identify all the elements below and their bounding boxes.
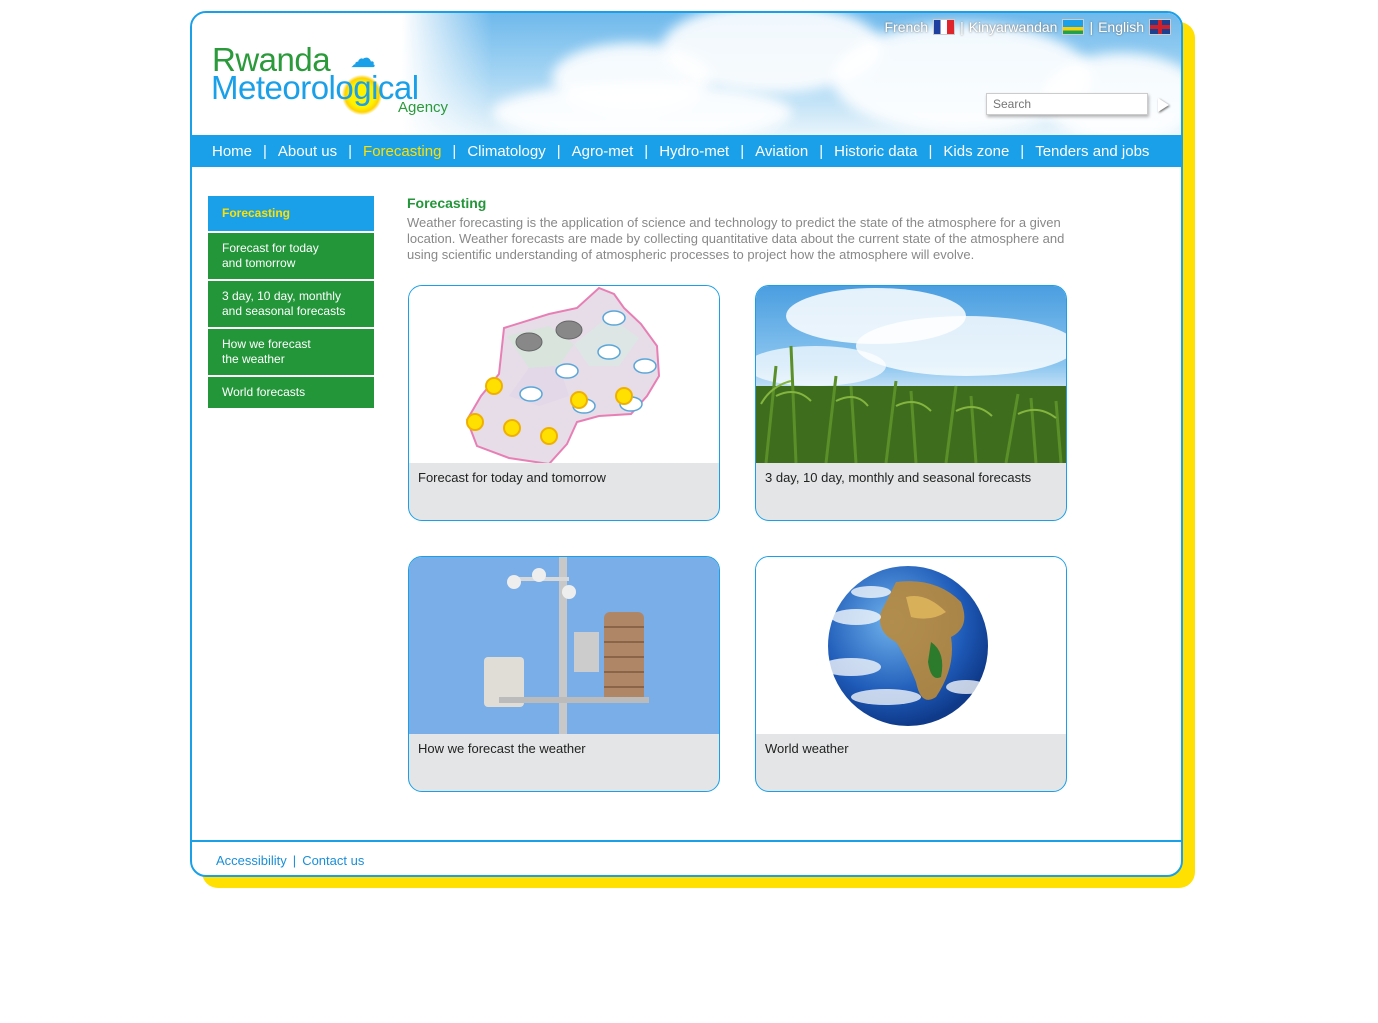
logo-line2: Meteorological <box>211 69 419 106</box>
lang-kinyarwandan[interactable]: Kinyarwandan <box>969 19 1058 35</box>
card-label: How we forecast the weather <box>418 741 586 756</box>
main-nav: Home | About us | Forecasting | Climatol… <box>192 135 1181 167</box>
sidebar-item-seasonal[interactable]: 3 day, 10 day, monthly and seasonal fore… <box>208 281 374 329</box>
nav-agro-met[interactable]: Agro-met <box>572 143 634 160</box>
sidebar-item-world-forecasts[interactable]: World forecasts <box>208 377 374 410</box>
nav-climatology[interactable]: Climatology <box>467 143 545 160</box>
card-how-we-forecast[interactable]: How we forecast the weather <box>408 556 720 792</box>
main-content: Forecasting Weather forecasting is the a… <box>407 195 1067 263</box>
flag-rwanda-icon[interactable] <box>1062 19 1085 35</box>
search-arrow-icon[interactable] <box>1158 98 1169 112</box>
page-frame: ☁ Rwanda Meteorological Agency French | … <box>190 11 1183 877</box>
logo-line3: Agency <box>398 99 449 116</box>
card-forecast-today[interactable]: Forecast for today and tomorrow <box>408 285 720 521</box>
sidebar-item-today-tomorrow[interactable]: Forecast for today and tomorrow <box>208 233 374 281</box>
sidebar-item-label: World forecasts <box>222 385 306 399</box>
sidebar: Forecasting Forecast for today and tomor… <box>208 196 374 410</box>
nav-home[interactable]: Home <box>212 143 252 160</box>
sidebar-item-label: and tomorrow <box>222 256 296 270</box>
intro-text: Weather forecasting is the application o… <box>407 215 1065 262</box>
weather-station-image <box>409 557 719 734</box>
search-input[interactable] <box>986 93 1148 115</box>
logo[interactable]: ☁ Rwanda Meteorological Agency <box>192 13 492 135</box>
footer-link-accessibility[interactable]: Accessibility <box>216 853 287 868</box>
nav-aviation[interactable]: Aviation <box>755 143 808 160</box>
nav-tenders-and-jobs[interactable]: Tenders and jobs <box>1035 143 1149 160</box>
nav-hydro-met[interactable]: Hydro-met <box>659 143 729 160</box>
sidebar-item-label: and seasonal forecasts <box>222 304 346 318</box>
rwanda-forecast-map-image <box>409 286 719 463</box>
flag-uk-icon[interactable] <box>1149 19 1171 35</box>
nav-kids-zone[interactable]: Kids zone <box>943 143 1009 160</box>
lang-french[interactable]: French <box>884 19 928 35</box>
card-world-weather[interactable]: World weather <box>755 556 1067 792</box>
page-title: Forecasting <box>407 195 487 211</box>
footer: Accessibility | Contact us <box>216 853 365 868</box>
sidebar-item-label: 3 day, 10 day, monthly <box>222 289 341 303</box>
flag-france-icon[interactable] <box>933 19 956 35</box>
nav-historic-data[interactable]: Historic data <box>834 143 917 160</box>
sidebar-item-label: Forecast for today <box>222 241 319 255</box>
language-selector: French | Kinyarwandan | English <box>884 19 1171 35</box>
earth-globe-image <box>756 557 1066 734</box>
card-label: World weather <box>765 741 849 756</box>
header-banner: ☁ Rwanda Meteorological Agency French | … <box>192 13 1181 135</box>
sidebar-title[interactable]: Forecasting <box>208 196 374 233</box>
card-label: Forecast for today and tomorrow <box>418 470 606 485</box>
sidebar-item-label: How we forecast <box>222 337 311 351</box>
sidebar-item-label: the weather <box>222 352 285 366</box>
lang-english[interactable]: English <box>1098 19 1144 35</box>
card-label: 3 day, 10 day, monthly and seasonal fore… <box>765 470 1032 485</box>
sidebar-item-how-we-forecast[interactable]: How we forecast the weather <box>208 329 374 377</box>
cornfield-sky-image <box>756 286 1066 463</box>
footer-divider <box>192 840 1181 842</box>
nav-about-us[interactable]: About us <box>278 143 337 160</box>
footer-link-contact-us[interactable]: Contact us <box>302 853 364 868</box>
nav-forecasting[interactable]: Forecasting <box>363 143 441 160</box>
card-seasonal[interactable]: 3 day, 10 day, monthly and seasonal fore… <box>755 285 1067 521</box>
